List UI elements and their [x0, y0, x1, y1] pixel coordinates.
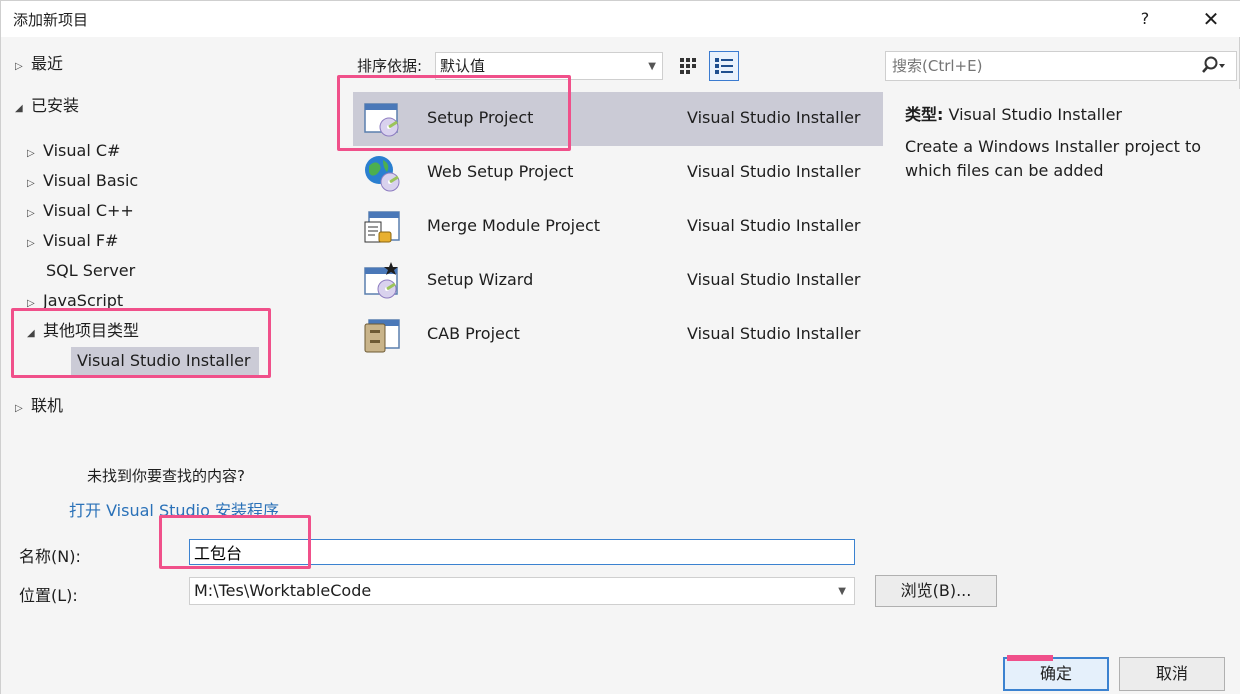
dialog-title: 添加新项目 — [13, 11, 89, 29]
chevron-down-icon[interactable]: ▼ — [838, 579, 846, 605]
location-combobox[interactable]: M:\Tes\WorktableCode ▼ — [189, 577, 855, 605]
help-button[interactable]: ? — [1133, 7, 1157, 31]
expand-arrow-icon[interactable]: ▷ — [27, 231, 43, 257]
sort-label: 排序依据: — [357, 57, 423, 75]
tree-node-recent[interactable]: ▷ 最近 — [15, 51, 63, 77]
type-value: Visual Studio Installer — [948, 105, 1122, 124]
template-category: Visual Studio Installer — [687, 216, 861, 235]
tree-node-label: Visual C++ — [43, 201, 134, 220]
merge-module-icon — [364, 211, 400, 243]
browse-button[interactable]: 浏览(B)... — [875, 575, 997, 607]
ok-button[interactable]: 确定 — [1003, 657, 1109, 691]
add-new-project-dialog: 添加新项目 ? ✕ ▷ 最近 ◢ 已安装 ▷ Visual C# ▷ Visual Ba… — [0, 0, 1240, 694]
annotation-highlight-installer-node — [11, 308, 271, 378]
template-category: Visual Studio Installer — [687, 162, 861, 181]
setup-wizard-icon — [364, 262, 398, 299]
not-found-text: 未找到你要查找的内容? — [87, 467, 245, 485]
template-name: Web Setup Project — [427, 162, 574, 181]
annotation-highlight-name-field — [159, 515, 311, 569]
template-name: Merge Module Project — [427, 216, 601, 235]
template-row-web-setup-project[interactable]: Web Setup Project Visual Studio Installe… — [353, 146, 883, 200]
template-category: Visual Studio Installer — [687, 324, 861, 343]
location-label: 位置(L): — [19, 586, 78, 605]
tree-node-label: SQL Server — [46, 261, 136, 280]
tree-node-visual-csharp[interactable]: ▷ Visual C# — [27, 138, 120, 164]
template-row-setup-wizard[interactable]: Setup Wizard Visual Studio Installer — [353, 254, 883, 308]
expand-arrow-icon[interactable]: ▷ — [15, 54, 31, 80]
chevron-down-icon: ▼ — [648, 61, 656, 72]
tree-node-installed[interactable]: ◢ 已安装 — [15, 93, 79, 119]
collapse-arrow-icon[interactable]: ◢ — [15, 96, 31, 122]
tree-node-visual-cpp[interactable]: ▷ Visual C++ — [27, 198, 134, 224]
template-name: Setup Wizard — [427, 270, 534, 289]
search-box[interactable] — [885, 51, 1237, 81]
search-icon[interactable] — [1202, 55, 1226, 77]
web-setup-icon — [365, 156, 400, 192]
type-label: 类型: — [905, 105, 944, 124]
expand-arrow-icon[interactable]: ▷ — [27, 201, 43, 227]
template-type: 类型: Visual Studio Installer — [905, 101, 1122, 125]
tree-node-label: Visual C# — [43, 141, 121, 160]
tree-node-label: 已安装 — [31, 96, 80, 115]
tree-node-sql-server[interactable]: SQL Server — [46, 258, 135, 284]
close-button[interactable]: ✕ — [1197, 5, 1225, 33]
expand-arrow-icon[interactable]: ▷ — [15, 396, 31, 422]
tree-node-label: 最近 — [31, 54, 64, 73]
annotation-mark-ok-button — [1007, 655, 1053, 661]
template-description-text: Create a Windows Installer project to wh… — [905, 137, 1201, 180]
template-category: Visual Studio Installer — [687, 108, 861, 127]
name-label: 名称(N): — [19, 547, 81, 566]
small-icons-view-button[interactable] — [676, 52, 702, 80]
cab-project-icon — [364, 319, 400, 353]
cancel-button[interactable]: 取消 — [1119, 657, 1225, 691]
template-description-pane: 类型: Visual Studio Installer Create a Win… — [887, 89, 1240, 529]
expand-arrow-icon[interactable]: ▷ — [27, 141, 43, 167]
expand-arrow-icon[interactable]: ▷ — [27, 171, 43, 197]
list-view-button[interactable] — [709, 51, 739, 81]
grid-view-icon — [680, 58, 696, 74]
tree-node-visual-basic[interactable]: ▷ Visual Basic — [27, 168, 138, 194]
template-name: CAB Project — [427, 324, 520, 343]
location-value: M:\Tes\WorktableCode — [194, 581, 372, 600]
search-input[interactable] — [886, 52, 1186, 80]
template-row-cab-project[interactable]: CAB Project Visual Studio Installer — [353, 308, 883, 362]
template-list: Setup Project Visual Studio Installer We… — [353, 89, 883, 529]
template-category-tree: ▷ 最近 ◢ 已安装 ▷ Visual C# ▷ Visual Basic ▷ Visua… — [5, 43, 345, 520]
tree-node-label: 联机 — [31, 396, 64, 415]
template-category: Visual Studio Installer — [687, 270, 861, 289]
list-view-icon — [715, 58, 733, 74]
tree-node-label: Visual F# — [43, 231, 119, 250]
tree-node-online[interactable]: ▷ 联机 — [15, 393, 63, 419]
annotation-highlight-setup-project — [337, 75, 571, 151]
tree-node-label: Visual Basic — [43, 171, 139, 190]
tree-node-visual-fsharp[interactable]: ▷ Visual F# — [27, 228, 118, 254]
title-bar: 添加新项目 ? ✕ — [1, 1, 1240, 37]
sort-value: 默认值 — [440, 57, 486, 75]
template-row-merge-module-project[interactable]: Merge Module Project Visual Studio Insta… — [353, 200, 883, 254]
